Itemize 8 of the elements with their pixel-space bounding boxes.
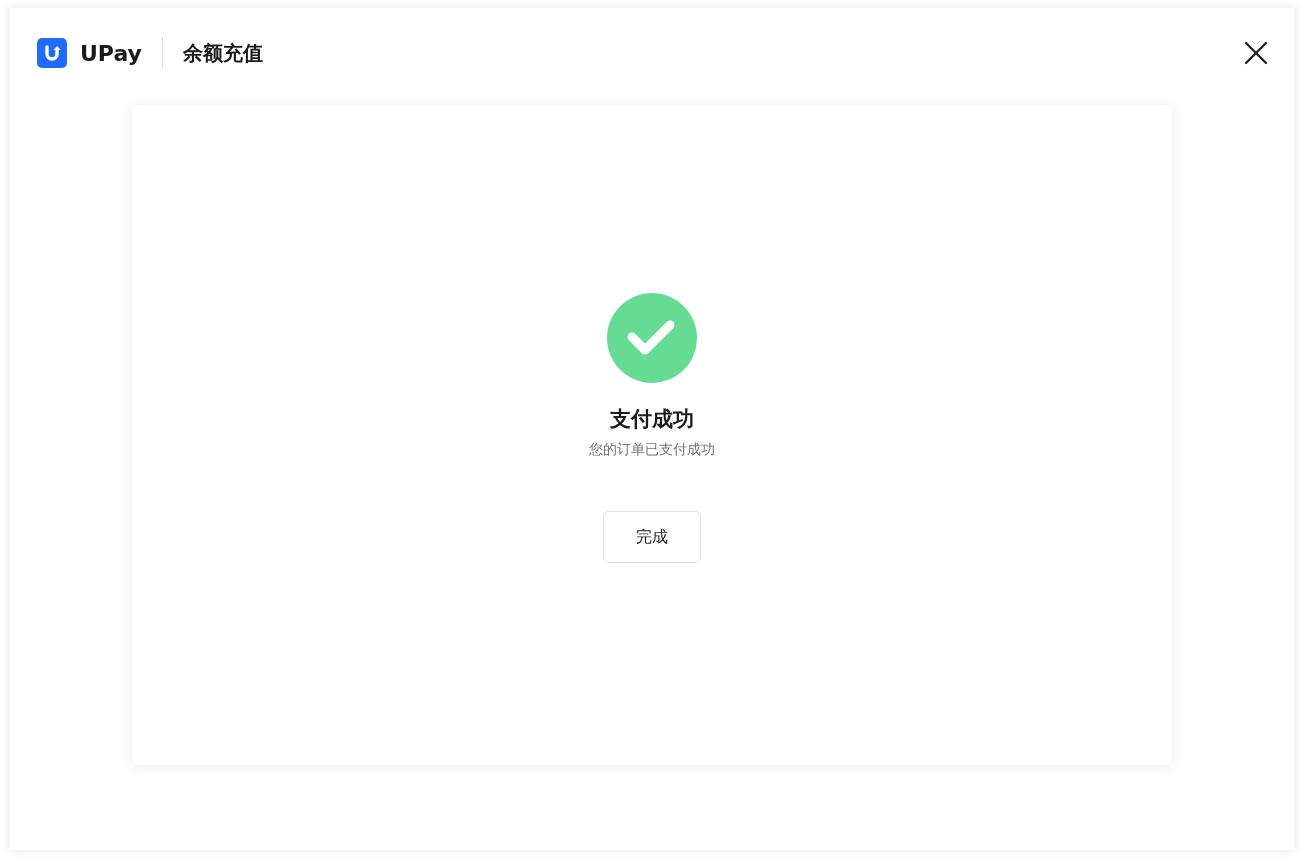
check-icon	[607, 293, 697, 383]
close-button[interactable]	[1244, 41, 1268, 65]
result-title: 支付成功	[610, 406, 694, 433]
result-message: 您的订单已支付成功	[589, 440, 715, 459]
brand-name: UPay	[80, 40, 142, 66]
page-title: 余额充值	[182, 39, 263, 67]
done-button[interactable]: 完成	[603, 511, 701, 563]
logo-icon	[37, 38, 67, 68]
